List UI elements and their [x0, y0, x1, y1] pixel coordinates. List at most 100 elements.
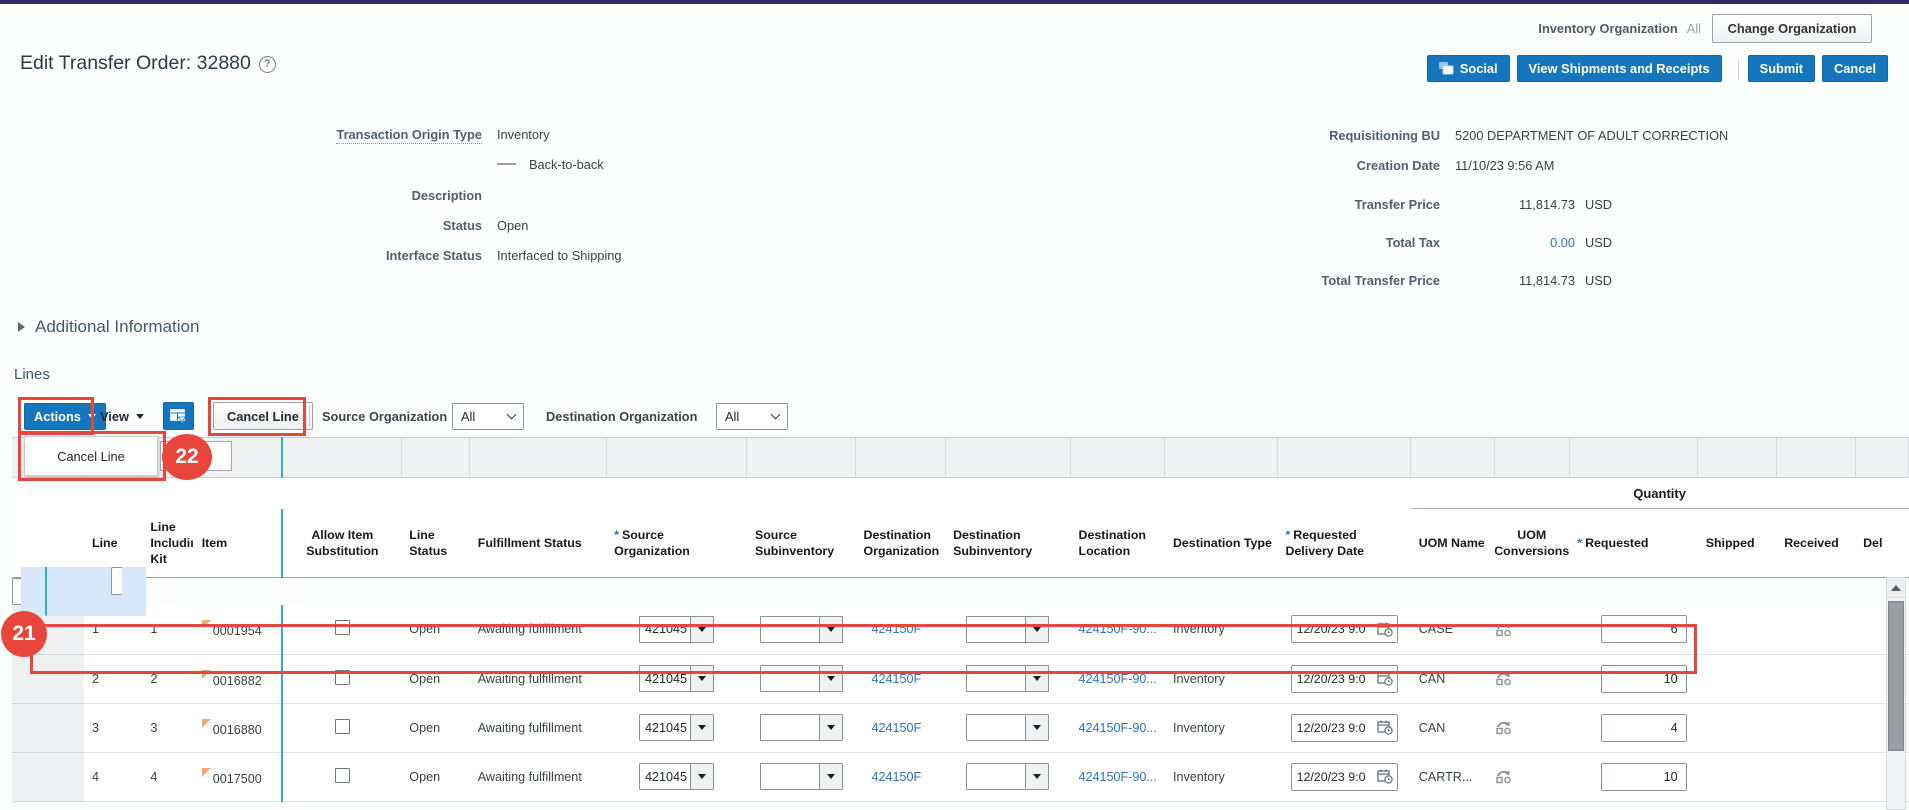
- requested-delivery-date-cell: [1277, 752, 1410, 801]
- col-requested-delivery-date: *Requested Delivery Date: [1277, 509, 1410, 578]
- col-fulfillment-status: Fulfillment Status: [470, 509, 606, 578]
- received-quantity: [1776, 605, 1855, 654]
- annotation-box-actions: [18, 397, 94, 435]
- source-subinventory-combobox[interactable]: [760, 763, 843, 790]
- uom-conversions-icon[interactable]: [1494, 720, 1569, 735]
- change-organization-button[interactable]: Change Organization: [1712, 14, 1872, 43]
- scrollbar-thumb[interactable]: [1888, 601, 1904, 751]
- destination-organization-link[interactable]: 424150F: [872, 721, 922, 735]
- destination-location-link[interactable]: 424150F-90...: [1079, 770, 1157, 784]
- destination-organization-filter-select[interactable]: All: [716, 403, 788, 430]
- dropdown-button[interactable]: [819, 715, 842, 740]
- social-button[interactable]: Social: [1427, 55, 1510, 82]
- source-organization-cell: [606, 752, 747, 801]
- arrow-up-icon: [1891, 585, 1901, 591]
- cancel-button[interactable]: Cancel: [1822, 55, 1888, 82]
- qbe-filter-row[interactable]: [12, 438, 1909, 478]
- annotation-box-menu: [18, 431, 166, 481]
- destination-subinventory-input[interactable]: [967, 764, 1025, 789]
- uom-conversions-icon[interactable]: [1494, 769, 1569, 784]
- table-row[interactable]: 3 3 0016880 Open Awaiting fulfillment 42…: [12, 703, 1909, 752]
- source-subinventory-combobox[interactable]: [760, 714, 843, 741]
- received-quantity: [1776, 703, 1855, 752]
- total-transfer-price-currency: USD: [1585, 273, 1612, 288]
- dropdown-button[interactable]: [819, 764, 842, 789]
- view-shipments-and-receipts-button[interactable]: View Shipments and Receipts: [1517, 55, 1722, 82]
- source-organization-combobox[interactable]: [639, 714, 714, 741]
- table-row[interactable]: 4 4 0017500 Open Awaiting fulfillment 42…: [12, 752, 1909, 801]
- query-by-example-button[interactable]: [163, 402, 194, 430]
- interface-status-value: Interfaced to Shipping: [497, 248, 622, 263]
- dropdown-button[interactable]: [1025, 764, 1048, 789]
- lines-heading: Lines: [14, 366, 50, 383]
- chevron-down-icon: [507, 410, 517, 420]
- row-header-cell[interactable]: [12, 703, 84, 752]
- field-transfer-price: Transfer Price 11,814.73USD: [1240, 197, 1612, 212]
- source-organization-filter-select[interactable]: All: [452, 403, 524, 430]
- line-status: Open: [401, 703, 469, 752]
- date-field[interactable]: [1291, 763, 1398, 791]
- annotation-box-row: [30, 624, 1697, 674]
- requested-delivery-date-input[interactable]: [1297, 770, 1377, 784]
- calendar-clock-icon[interactable]: [1377, 720, 1393, 735]
- quantity-band-label: Quantity: [1411, 478, 1909, 509]
- chevron-down-icon: [771, 410, 781, 420]
- allow-item-substitution-checkbox[interactable]: [335, 768, 350, 783]
- allow-item-substitution-checkbox[interactable]: [335, 719, 350, 734]
- annotation-step-22: 22: [162, 434, 212, 480]
- view-menu-button[interactable]: View: [100, 403, 144, 430]
- uom-name: CASE: [95, 567, 103, 616]
- row-header-cell[interactable]: [12, 752, 84, 801]
- calendar-clock-icon[interactable]: [1377, 769, 1393, 784]
- dropdown-button[interactable]: [690, 764, 713, 789]
- dropdown-button[interactable]: [690, 715, 713, 740]
- destination-organization-filter-label: Destination Organization: [546, 409, 697, 424]
- transfer-price-label: Transfer Price: [1240, 197, 1440, 212]
- total-tax-label: Total Tax: [1240, 235, 1440, 250]
- field-description: Description: [262, 188, 497, 203]
- line-including-kit: 4: [142, 752, 193, 801]
- received-quantity: [1776, 752, 1855, 801]
- source-subinventory-input[interactable]: [761, 764, 819, 789]
- destination-organization-cell: 424150F: [856, 752, 946, 801]
- line-number: 3: [84, 703, 142, 752]
- col-shipped: Shipped: [1698, 509, 1777, 578]
- destination-location-link[interactable]: 424150F-90...: [1079, 721, 1157, 735]
- field-status: Status Open: [262, 218, 528, 233]
- dropdown-button[interactable]: [1025, 715, 1048, 740]
- changed-indicator-icon: [202, 719, 211, 728]
- destination-type: Inventory: [1165, 752, 1278, 801]
- inventory-organization-value: All: [1687, 21, 1701, 36]
- destination-subinventory-cell: [945, 703, 1070, 752]
- help-icon[interactable]: ?: [259, 56, 276, 73]
- column-header-row: Line Line Includiı Kit Item Allow Item S…: [12, 509, 1909, 578]
- toolbar-divider: [309, 406, 310, 426]
- table-row[interactable]: 10 10 0012428 Open Awaiting fulfillment …: [12, 578, 84, 605]
- additional-information-section[interactable]: Additional Information: [18, 317, 199, 337]
- destination-subinventory-input[interactable]: [967, 715, 1025, 740]
- requested-quantity-input[interactable]: [1601, 714, 1687, 742]
- line-status: Open: [401, 752, 469, 801]
- destination-type: Inventory: [87, 567, 95, 616]
- destination-location-cell: 424150F-90...: [1071, 703, 1165, 752]
- source-subinventory-input[interactable]: [761, 715, 819, 740]
- source-organization-input[interactable]: [640, 764, 690, 789]
- transaction-origin-type-value: Inventory: [497, 127, 550, 142]
- submit-button[interactable]: Submit: [1748, 55, 1815, 82]
- requested-quantity-input[interactable]: [1601, 763, 1687, 791]
- back-to-back-unchecked-icon: [497, 163, 516, 165]
- scroll-up-button[interactable]: [1887, 578, 1905, 598]
- source-organization-input[interactable]: [640, 715, 690, 740]
- date-field[interactable]: [1291, 714, 1398, 742]
- requested-quantity-input[interactable]: [111, 567, 122, 595]
- destination-subinventory-cell: [945, 752, 1070, 801]
- source-organization-combobox[interactable]: [639, 763, 714, 790]
- destination-organization-link[interactable]: 424150F: [872, 770, 922, 784]
- total-tax-amount-link[interactable]: 0.00: [1455, 235, 1575, 250]
- requested-delivery-date-input[interactable]: [1297, 721, 1377, 735]
- destination-subinventory-combobox[interactable]: [966, 714, 1049, 741]
- creation-date-label: Creation Date: [1240, 158, 1440, 173]
- destination-subinventory-combobox[interactable]: [966, 763, 1049, 790]
- received-quantity: [130, 567, 138, 616]
- source-organization-cell: [606, 703, 747, 752]
